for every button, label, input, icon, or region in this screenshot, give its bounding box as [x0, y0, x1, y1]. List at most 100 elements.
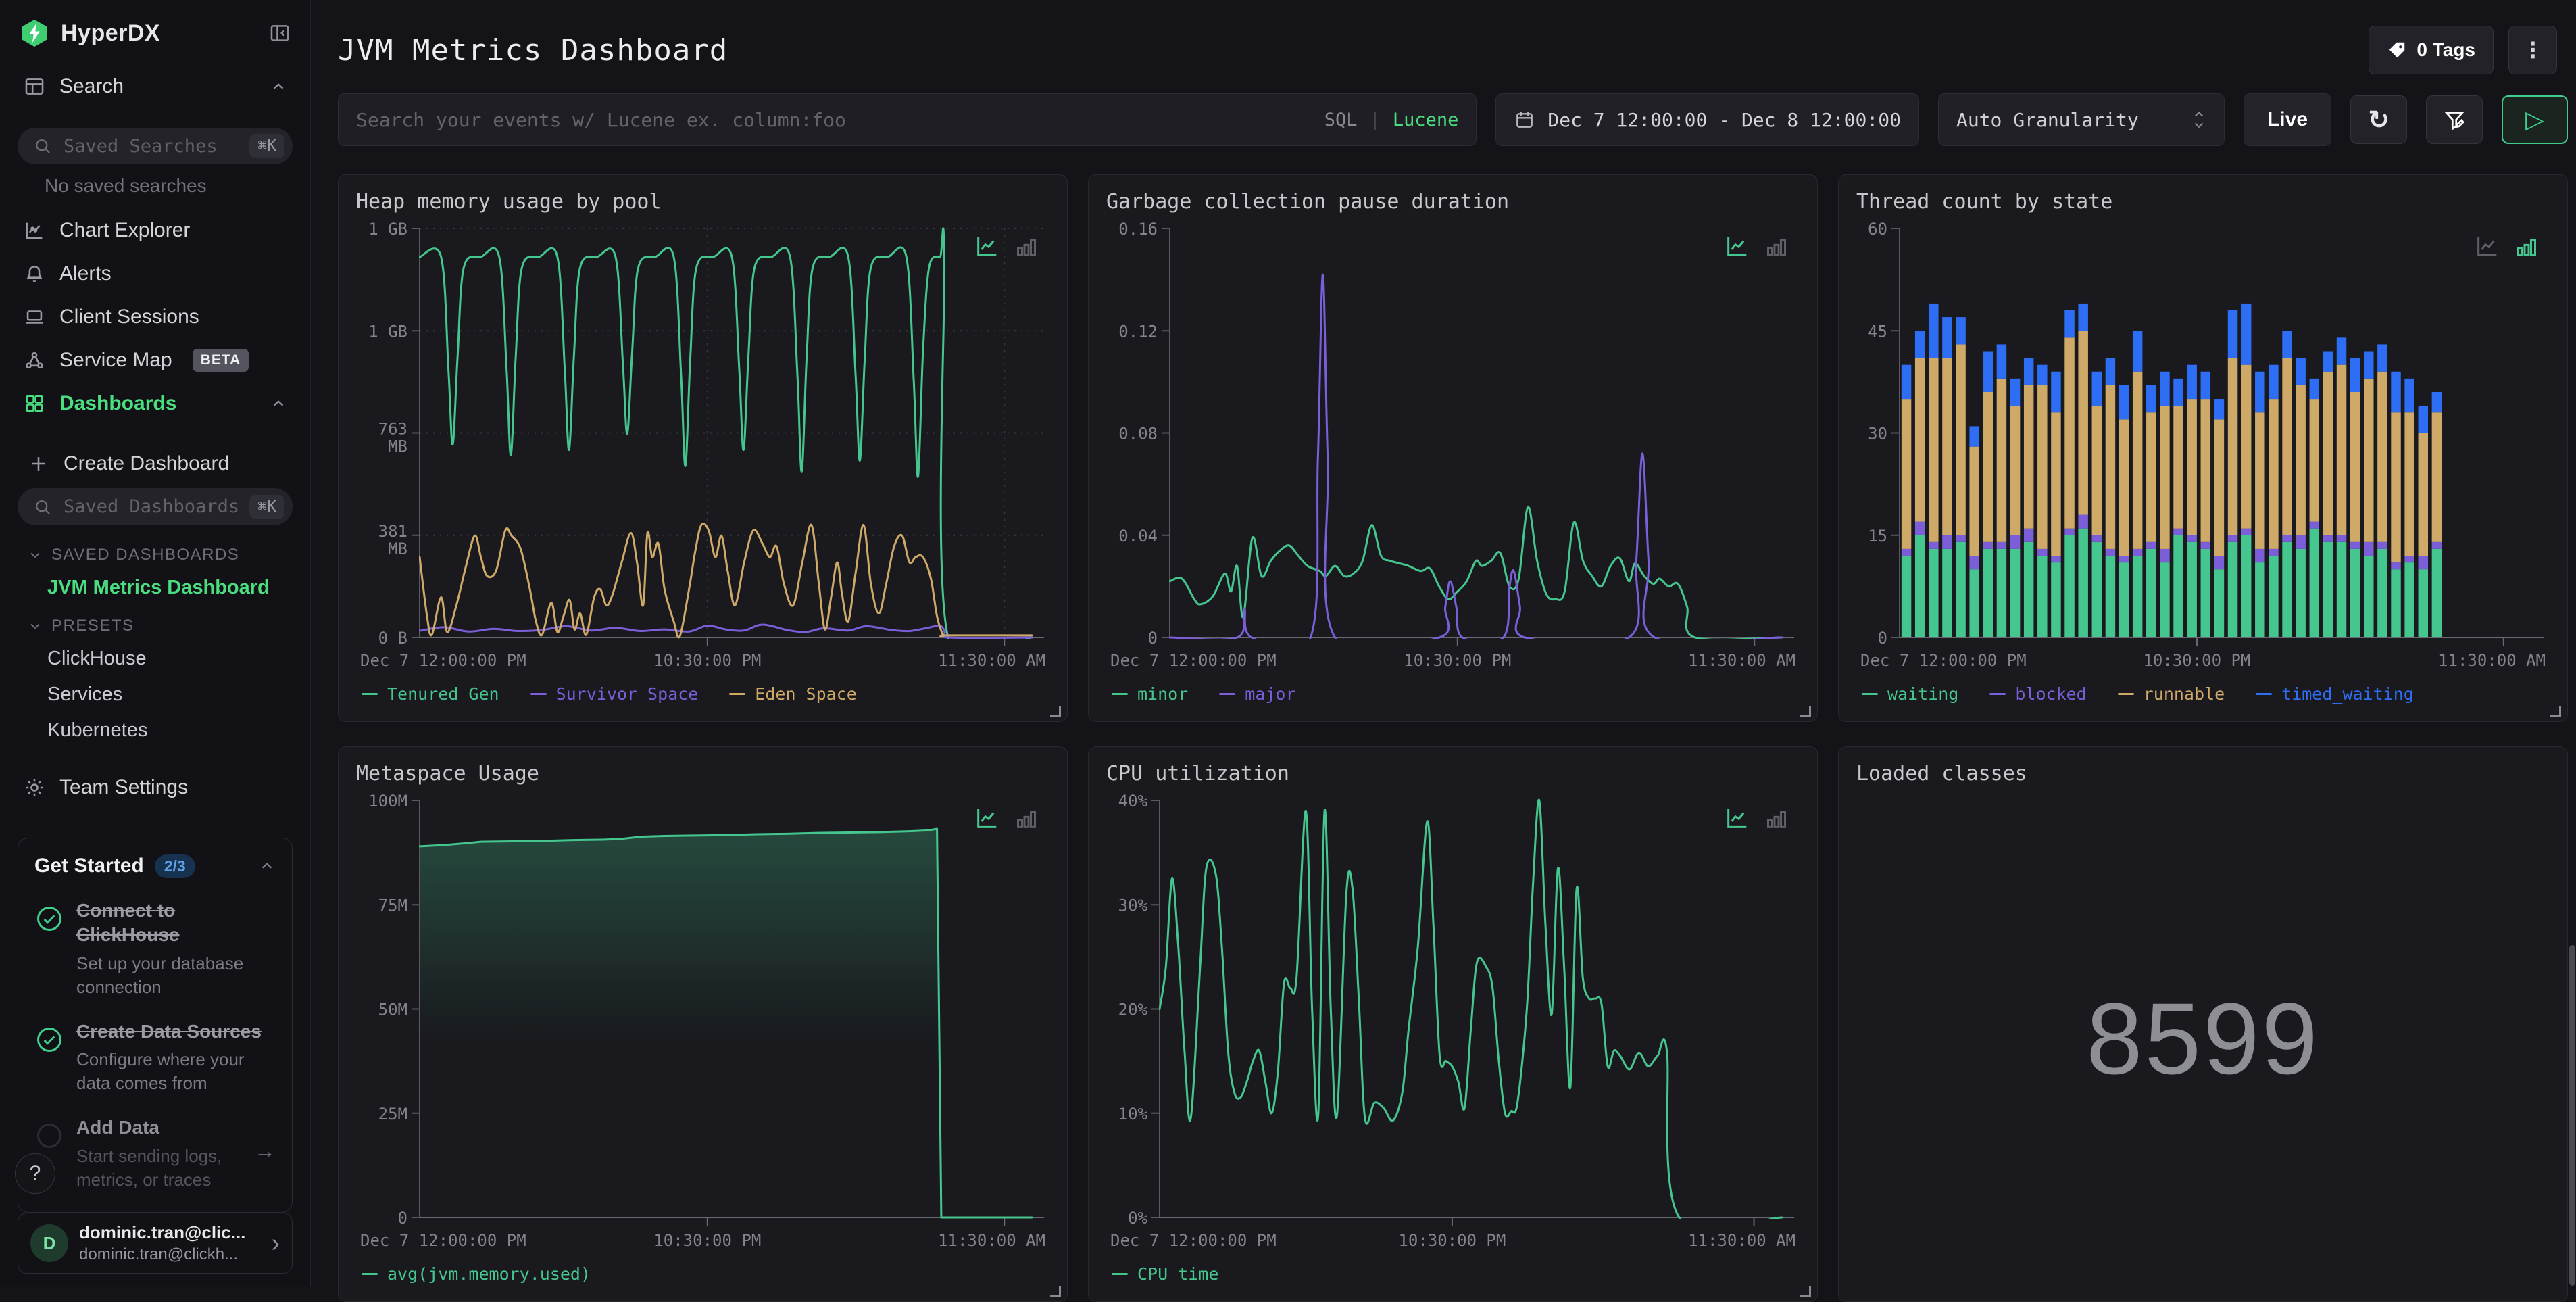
sidebar-item-search[interactable]: Search: [18, 65, 293, 108]
query-language-toggle[interactable]: SQL | Lucene: [1324, 110, 1459, 130]
tags-button[interactable]: 0 Tags: [2369, 26, 2494, 74]
run-query-button[interactable]: ▷: [2502, 95, 2568, 144]
refresh-button[interactable]: ↻: [2350, 95, 2407, 144]
get-started-step-add-data[interactable]: Add Data Start sending logs, metrics, or…: [34, 1115, 276, 1192]
help-button[interactable]: ?: [15, 1153, 55, 1194]
saved-searches-search[interactable]: ⌘K: [18, 128, 293, 164]
nodes-icon: [23, 349, 46, 372]
resize-handle[interactable]: [1050, 1286, 1061, 1297]
chart-legend: waiting blocked runnable timed_waiting: [1856, 675, 2550, 712]
svg-text:0.12: 0.12: [1118, 322, 1158, 341]
chart-canvas: 604530150Dec 7 12:00:00 PM10:30:00 PM11:…: [1856, 215, 2550, 675]
sidebar-item-service-map[interactable]: Service Map BETA: [18, 339, 293, 382]
bar-chart-view-icon[interactable]: [2513, 233, 2540, 260]
chart-legend: minor major: [1106, 675, 1800, 712]
sidebar-item-alerts[interactable]: Alerts: [18, 252, 293, 295]
resize-handle[interactable]: [1050, 706, 1061, 717]
saved-dashboards-input[interactable]: [62, 496, 240, 518]
lucene-toggle[interactable]: Lucene: [1393, 110, 1459, 130]
legend-item[interactable]: timed_waiting: [2256, 684, 2414, 704]
event-search[interactable]: SQL | Lucene: [338, 93, 1477, 146]
panel-menu-button[interactable]: ⋮: [2508, 26, 2557, 74]
svg-text:20%: 20%: [1118, 1000, 1148, 1019]
sidebar: HyperDX Search ⌘K No saved searches: [0, 0, 311, 1286]
laptop-icon: [23, 306, 46, 329]
section-presets[interactable]: PRESETS: [18, 606, 293, 641]
svg-text:45: 45: [1868, 322, 1887, 341]
legend-item[interactable]: major: [1219, 684, 1295, 704]
svg-text:0%: 0%: [1128, 1209, 1147, 1228]
live-button[interactable]: Live: [2244, 93, 2331, 146]
saved-searches-input[interactable]: [62, 135, 240, 158]
chevron-up-icon[interactable]: [258, 857, 276, 875]
sidebar-item-chart-explorer[interactable]: Chart Explorer: [18, 209, 293, 252]
sidebar-item-client-sessions[interactable]: Client Sessions: [18, 295, 293, 339]
legend-item[interactable]: Tenured Gen: [362, 684, 499, 704]
chart-legend: Tenured Gen Survivor Space Eden Space: [356, 675, 1049, 712]
gear-icon: [23, 776, 46, 799]
bar-chart-view-icon[interactable]: [1013, 804, 1040, 831]
legend-item[interactable]: runnable: [2118, 684, 2225, 704]
line-chart-view-icon[interactable]: [1724, 804, 1751, 831]
line-chart-view-icon[interactable]: [2474, 233, 2501, 260]
legend-item[interactable]: Eden Space: [729, 684, 857, 704]
svg-text:0: 0: [1148, 629, 1158, 648]
svg-text:11:30:00 AM: 11:30:00 AM: [1688, 1231, 1795, 1250]
section-saved-dashboards[interactable]: SAVED DASHBOARDS: [18, 535, 293, 570]
resize-handle[interactable]: [1800, 706, 1811, 717]
date-range-picker[interactable]: Dec 7 12:00:00 - Dec 8 12:00:00: [1495, 93, 1919, 146]
user-menu[interactable]: D dominic.tran@clic... dominic.tran@clic…: [18, 1213, 293, 1274]
bar-chart-view-icon[interactable]: [1013, 233, 1040, 260]
chart-legend: CPU time: [1106, 1255, 1800, 1292]
sidebar-item-kubernetes[interactable]: Kubernetes: [18, 713, 293, 748]
resize-handle[interactable]: [1800, 1286, 1811, 1297]
svg-text:30: 30: [1868, 425, 1887, 443]
collapse-sidebar-icon[interactable]: [268, 22, 291, 45]
chart-canvas: 1 GB1 GB763MB381MB0 BDec 7 12:00:00 PM10…: [356, 215, 1049, 675]
panel-cpu: CPU utilization 40%30%20%10%0%Dec 7 12:0…: [1088, 746, 1818, 1302]
line-chart-view-icon[interactable]: [974, 233, 1001, 260]
sidebar-item-jvm-metrics-dashboard[interactable]: JVM Metrics Dashboard: [18, 570, 293, 606]
scrollbar-thumb[interactable]: [2569, 945, 2575, 1286]
date-range-value: Dec 7 12:00:00 - Dec 8 12:00:00: [1547, 109, 1901, 131]
hyperdx-logo-icon: [19, 18, 50, 49]
step-subtitle: Set up your database connection: [76, 952, 276, 999]
filter-edit-button[interactable]: [2426, 95, 2483, 144]
sidebar-item-clickhouse[interactable]: ClickHouse: [18, 641, 293, 677]
get-started-card: Get Started 2/3 Connect to ClickHouse Se…: [18, 838, 293, 1213]
chevron-up-icon[interactable]: [270, 78, 287, 95]
svg-text:100M: 100M: [368, 792, 407, 811]
saved-dashboards-search[interactable]: ⌘K: [18, 488, 293, 525]
legend-item[interactable]: avg(jvm.memory.used): [362, 1264, 591, 1284]
panel-gc-pause: Garbage collection pause duration 0.160.…: [1088, 174, 1818, 722]
line-chart-view-icon[interactable]: [974, 804, 1001, 831]
sidebar-item-services[interactable]: Services: [18, 677, 293, 713]
bar-chart-view-icon[interactable]: [1763, 804, 1790, 831]
svg-text:10:30:00 PM: 10:30:00 PM: [653, 651, 761, 670]
panel-title: Garbage collection pause duration: [1106, 190, 1800, 214]
bar-chart-view-icon[interactable]: [1763, 233, 1790, 260]
legend-item[interactable]: blocked: [1989, 684, 2086, 704]
beta-badge: BETA: [193, 349, 249, 372]
svg-text:60: 60: [1868, 220, 1887, 239]
legend-item[interactable]: CPU time: [1112, 1264, 1218, 1284]
legend-item[interactable]: Survivor Space: [530, 684, 699, 704]
line-chart-view-icon[interactable]: [1724, 233, 1751, 260]
create-dashboard-button[interactable]: Create Dashboard: [18, 442, 293, 485]
vertical-scrollbar[interactable]: [2569, 0, 2575, 1286]
sidebar-item-dashboards[interactable]: Dashboards: [18, 382, 293, 425]
legend-item[interactable]: waiting: [1862, 684, 1958, 704]
get-started-step-sources[interactable]: Create Data Sources Configure where your…: [34, 1019, 276, 1096]
get-started-step-connect[interactable]: Connect to ClickHouse Set up your databa…: [34, 898, 276, 999]
granularity-select[interactable]: Auto Granularity: [1938, 93, 2225, 146]
sql-toggle[interactable]: SQL: [1324, 110, 1358, 130]
sidebar-item-label: Service Map: [59, 349, 172, 372]
sidebar-item-team-settings[interactable]: Team Settings: [18, 766, 293, 809]
resize-handle[interactable]: [2550, 706, 2561, 717]
panel-title: CPU utilization: [1106, 762, 1800, 786]
chart-canvas: 0.160.120.080.040Dec 7 12:00:00 PM10:30:…: [1106, 215, 1800, 675]
event-search-input[interactable]: [355, 108, 1320, 132]
sidebar-item-label: Team Settings: [59, 776, 188, 799]
legend-item[interactable]: minor: [1112, 684, 1188, 704]
chevron-up-icon[interactable]: [270, 395, 287, 412]
